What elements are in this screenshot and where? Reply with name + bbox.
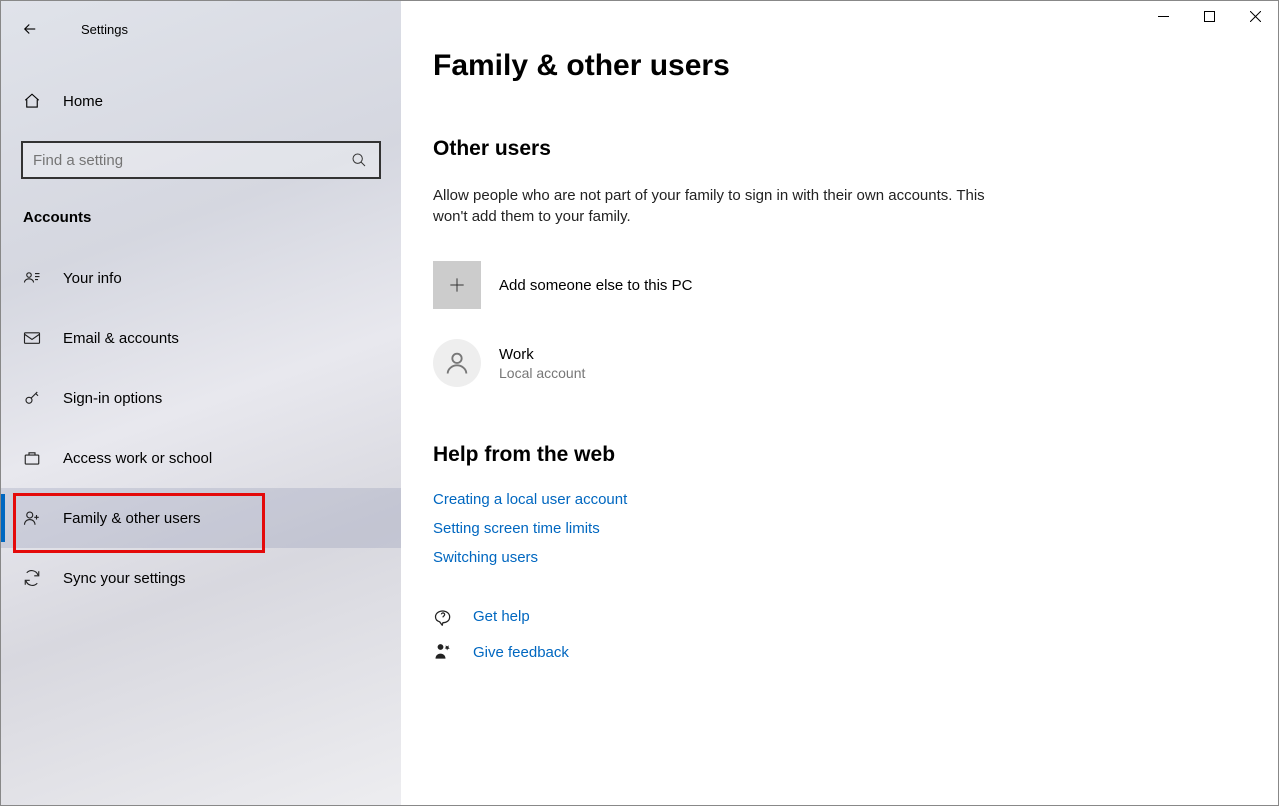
minimize-icon — [1158, 11, 1169, 22]
nav-family-other-users[interactable]: Family & other users — [1, 488, 401, 548]
page-title: Family & other users — [433, 49, 1246, 83]
user-subtitle: Local account — [499, 365, 585, 381]
nav-email-accounts[interactable]: Email & accounts — [1, 308, 401, 368]
nav-label: Email & accounts — [63, 330, 179, 347]
other-users-description: Allow people who are not part of your fa… — [433, 185, 993, 227]
search-box[interactable] — [21, 141, 381, 179]
add-user-button[interactable]: Add someone else to this PC — [433, 261, 1246, 309]
app-title: Settings — [81, 22, 128, 37]
home-label: Home — [63, 93, 103, 110]
close-icon — [1250, 11, 1261, 22]
other-users-heading: Other users — [433, 137, 1246, 161]
mail-icon — [23, 329, 43, 347]
search-icon — [351, 152, 369, 168]
people-plus-icon — [23, 509, 43, 527]
home-icon — [23, 92, 43, 110]
nav-signin-options[interactable]: Sign-in options — [1, 368, 401, 428]
plus-icon — [447, 275, 467, 295]
avatar — [433, 339, 481, 387]
search-input[interactable] — [33, 152, 351, 169]
maximize-icon — [1204, 11, 1215, 22]
nav-label: Your info — [63, 270, 122, 287]
add-user-label: Add someone else to this PC — [499, 277, 692, 294]
minimize-button[interactable] — [1140, 1, 1186, 31]
plus-box — [433, 261, 481, 309]
nav-label: Sync your settings — [63, 570, 186, 587]
feedback-icon — [433, 642, 453, 662]
help-link-local-account[interactable]: Creating a local user account — [433, 491, 1246, 508]
give-feedback-link[interactable]: Give feedback — [473, 644, 569, 661]
help-links: Creating a local user account Setting sc… — [433, 491, 1246, 566]
sync-icon — [23, 569, 43, 587]
user-account-row[interactable]: Work Local account — [433, 339, 1246, 387]
key-icon — [23, 389, 43, 407]
category-title: Accounts — [23, 209, 381, 226]
get-help-link[interactable]: Get help — [473, 608, 530, 625]
user-name: Work — [499, 346, 585, 363]
help-heading: Help from the web — [433, 443, 1246, 467]
nav-list: Your info Email & accounts Sign-in optio… — [1, 248, 401, 608]
sidebar: Settings Home Accounts Your info — [1, 1, 401, 805]
maximize-button[interactable] — [1186, 1, 1232, 31]
person-card-icon — [23, 269, 43, 287]
nav-sync-settings[interactable]: Sync your settings — [1, 548, 401, 608]
close-button[interactable] — [1232, 1, 1278, 31]
briefcase-icon — [23, 449, 43, 467]
nav-label: Family & other users — [63, 510, 201, 527]
nav-your-info[interactable]: Your info — [1, 248, 401, 308]
arrow-left-icon — [21, 20, 39, 38]
home-nav[interactable]: Home — [1, 81, 401, 121]
help-icon — [433, 606, 453, 626]
main-content: Family & other users Other users Allow p… — [401, 1, 1278, 805]
person-icon — [443, 349, 471, 377]
help-link-screen-time[interactable]: Setting screen time limits — [433, 520, 1246, 537]
help-link-switching-users[interactable]: Switching users — [433, 549, 1246, 566]
back-button[interactable] — [21, 20, 45, 38]
window-controls — [1140, 1, 1278, 31]
nav-access-work[interactable]: Access work or school — [1, 428, 401, 488]
nav-label: Sign-in options — [63, 390, 162, 407]
nav-label: Access work or school — [63, 450, 212, 467]
